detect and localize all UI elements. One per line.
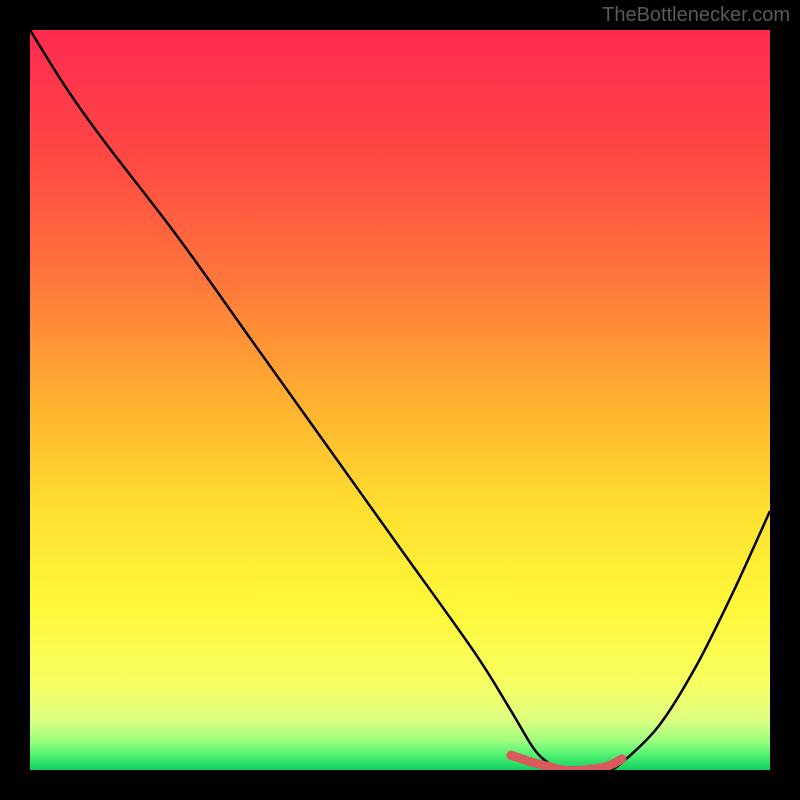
chart-plot-area <box>30 30 770 770</box>
watermark-text: TheBottlenecker.com <box>602 4 790 27</box>
bottleneck-curve <box>30 30 770 770</box>
curve-layer <box>30 30 770 770</box>
optimal-highlight <box>511 755 622 770</box>
